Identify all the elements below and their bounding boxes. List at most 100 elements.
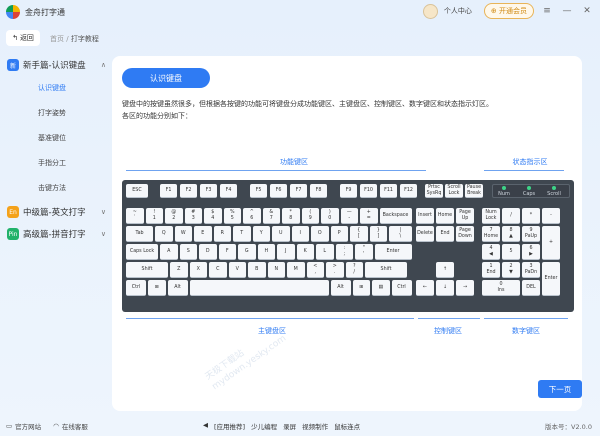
- key-f9[interactable]: F9: [340, 184, 357, 198]
- minimize-icon[interactable]: —: [560, 6, 574, 16]
- sidebar-item-posture[interactable]: 打字姿势: [0, 101, 112, 126]
- key-f3[interactable]: F3: [200, 184, 217, 198]
- key-f1[interactable]: F1: [160, 184, 177, 198]
- numpad-key[interactable]: 8 ▲: [502, 226, 520, 242]
- control-key[interactable]: Page Up: [456, 208, 474, 224]
- main-key[interactable]: ? /: [345, 262, 363, 278]
- arrow-right-key[interactable]: →: [456, 280, 474, 296]
- main-key[interactable]: Shift: [126, 262, 168, 278]
- main-key[interactable]: % 5: [223, 208, 241, 224]
- numpad-key[interactable]: -: [542, 208, 560, 224]
- sidebar-item-know-keyboard[interactable]: 认识键盘: [0, 76, 112, 101]
- numpad-key[interactable]: 0 Ins: [482, 280, 520, 296]
- sidebar-item-keystroke[interactable]: 击键方法: [0, 176, 112, 201]
- main-key[interactable]: ( 9: [301, 208, 319, 224]
- main-key[interactable]: Z: [170, 262, 188, 278]
- main-key[interactable]: ▤: [372, 280, 390, 296]
- main-key[interactable]: C: [209, 262, 227, 278]
- rec-app-link[interactable]: 少儿编程: [251, 421, 277, 431]
- main-key[interactable]: A: [160, 244, 178, 260]
- main-key[interactable]: Backspace: [379, 208, 412, 224]
- main-key[interactable]: ! 1: [145, 208, 163, 224]
- main-key[interactable]: H: [257, 244, 275, 260]
- main-key[interactable]: I: [291, 226, 309, 242]
- main-key[interactable]: U: [272, 226, 290, 242]
- key-f6[interactable]: F6: [270, 184, 287, 198]
- key-f5[interactable]: F5: [250, 184, 267, 198]
- main-key[interactable]: T: [233, 226, 251, 242]
- control-key[interactable]: Page Down: [456, 226, 474, 242]
- main-key[interactable]: Caps Lock: [126, 244, 158, 260]
- numpad-key[interactable]: 7 Home: [482, 226, 500, 242]
- key-f8[interactable]: F8: [310, 184, 327, 198]
- main-key[interactable]: G: [238, 244, 256, 260]
- main-key[interactable]: Shift: [365, 262, 407, 278]
- arrow-left-key[interactable]: ←: [416, 280, 434, 296]
- key-f4[interactable]: F4: [220, 184, 237, 198]
- control-key[interactable]: End: [436, 226, 454, 242]
- numpad-key[interactable]: 1 End: [482, 262, 500, 278]
- key-f2[interactable]: F2: [180, 184, 197, 198]
- main-key[interactable]: Tab: [126, 226, 153, 242]
- main-key[interactable]: & 7: [262, 208, 280, 224]
- main-key[interactable]: O: [311, 226, 329, 242]
- main-key[interactable]: " ': [355, 244, 373, 260]
- key-esc[interactable]: ESC: [126, 184, 148, 198]
- control-key[interactable]: Delete: [416, 226, 434, 242]
- main-key[interactable]: Ctrl: [391, 280, 412, 296]
- main-key[interactable]: | \: [389, 226, 412, 242]
- main-key[interactable]: J: [277, 244, 295, 260]
- main-key[interactable]: * 8: [282, 208, 300, 224]
- main-key[interactable]: E: [194, 226, 212, 242]
- key-sys-0[interactable]: Prtsc SysRq: [425, 184, 443, 198]
- main-key[interactable]: ~ `: [126, 208, 144, 224]
- main-key[interactable]: @ 2: [165, 208, 183, 224]
- next-page-button[interactable]: 下一页: [538, 380, 582, 398]
- main-key[interactable]: > .: [326, 262, 344, 278]
- menu-icon[interactable]: ≡: [540, 6, 554, 16]
- main-key[interactable]: Y: [252, 226, 270, 242]
- main-key[interactable]: < ,: [306, 262, 324, 278]
- main-key[interactable]: F: [218, 244, 236, 260]
- rec-app-link[interactable]: 录屏: [283, 421, 296, 431]
- official-site-link[interactable]: ▭ 官方网站: [6, 421, 41, 431]
- main-key[interactable]: ^ 6: [243, 208, 261, 224]
- control-key[interactable]: Home: [436, 208, 454, 224]
- sidebar-section-english[interactable]: En 中级篇-英文打字 ∨: [0, 203, 112, 221]
- vip-button[interactable]: ⊕ 开通会员: [483, 3, 534, 19]
- main-key[interactable]: ) 0: [321, 208, 339, 224]
- main-key[interactable]: M: [287, 262, 305, 278]
- key-sys-2[interactable]: Pause Break: [465, 184, 483, 198]
- main-key[interactable]: P: [330, 226, 348, 242]
- numpad-key[interactable]: Enter: [542, 262, 560, 296]
- main-key[interactable]: V: [228, 262, 246, 278]
- sidebar-section-pinyin[interactable]: Pin 高级篇-拼音打字 ∨: [0, 225, 112, 243]
- breadcrumb-home[interactable]: 首页: [50, 35, 64, 43]
- main-key[interactable]: S: [179, 244, 197, 260]
- key-f7[interactable]: F7: [290, 184, 307, 198]
- main-key[interactable]: B: [248, 262, 266, 278]
- rec-app-link[interactable]: 视频制作: [302, 421, 328, 431]
- numpad-key[interactable]: 4 ◀: [482, 244, 500, 260]
- main-key[interactable]: Enter: [374, 244, 412, 260]
- close-icon[interactable]: ✕: [580, 6, 594, 16]
- control-key[interactable]: Insert: [416, 208, 434, 224]
- key-f10[interactable]: F10: [360, 184, 377, 198]
- main-key[interactable]: ⊞: [352, 280, 370, 296]
- numpad-key[interactable]: 3 PaDn: [522, 262, 540, 278]
- main-key[interactable]: — -: [340, 208, 358, 224]
- main-key[interactable]: } ]: [369, 226, 387, 242]
- numpad-key[interactable]: *: [522, 208, 540, 224]
- main-key[interactable]: L: [316, 244, 334, 260]
- numpad-key[interactable]: +: [542, 226, 560, 260]
- main-key[interactable]: { [: [350, 226, 368, 242]
- main-key[interactable]: X: [189, 262, 207, 278]
- space-key[interactable]: [189, 280, 329, 296]
- arrow-up-key[interactable]: ↑: [436, 262, 454, 278]
- main-key[interactable]: Q: [155, 226, 173, 242]
- user-center-link[interactable]: 个人中心: [444, 6, 472, 16]
- main-key[interactable]: R: [213, 226, 231, 242]
- numpad-key[interactable]: /: [502, 208, 520, 224]
- main-key[interactable]: K: [296, 244, 314, 260]
- sidebar-section-beginner[interactable]: 新 新手篇-认识键盘 ∧: [0, 56, 112, 74]
